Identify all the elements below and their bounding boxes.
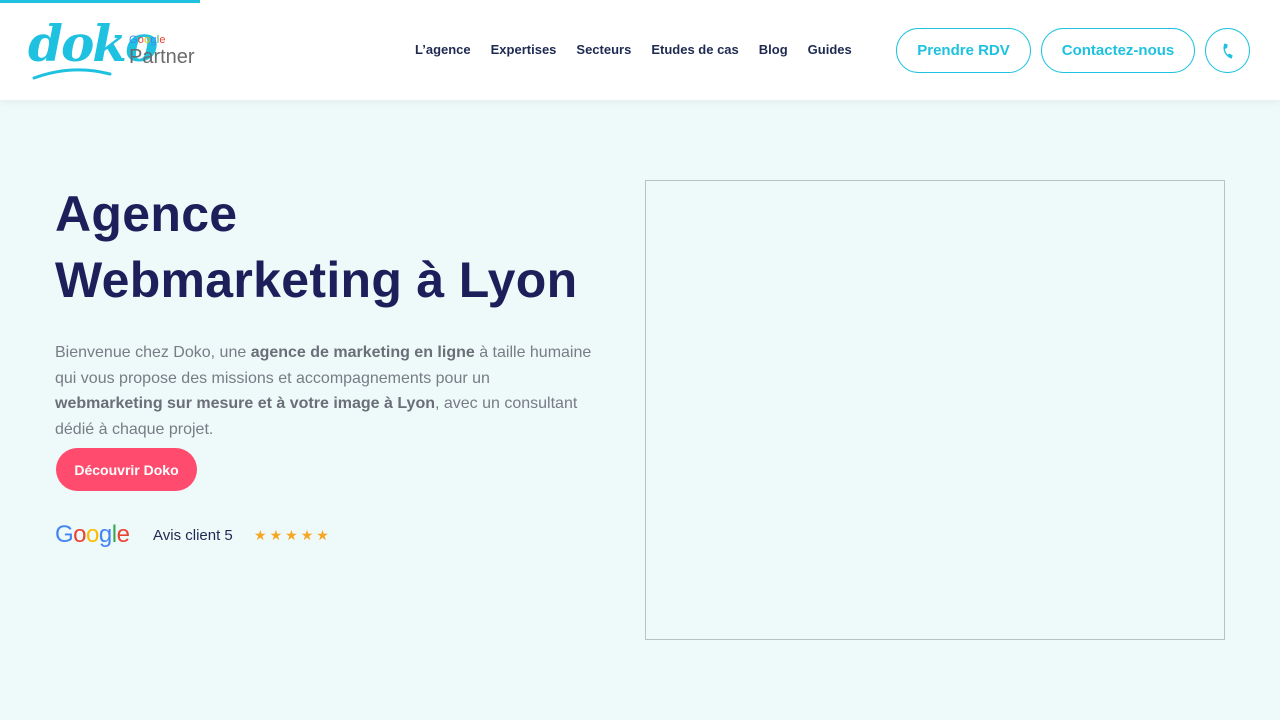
- phone-icon: [1223, 42, 1233, 59]
- desc-bold-2: webmarketing sur mesure et à votre image…: [55, 395, 435, 412]
- nav-guides[interactable]: Guides: [808, 41, 852, 59]
- logo-swoosh-icon: [32, 68, 112, 80]
- contact-button[interactable]: Contactez-nous: [1041, 28, 1195, 73]
- star-icon: ★: [300, 527, 314, 543]
- hero-description: Bienvenue chez Doko, une agence de marke…: [55, 340, 600, 442]
- desc-text-1: Bienvenue chez Doko, une: [55, 344, 251, 361]
- decouvrir-doko-button[interactable]: Découvrir Doko: [56, 448, 197, 491]
- prendre-rdv-button[interactable]: Prendre RDV: [896, 28, 1031, 73]
- google-letter: e: [159, 34, 166, 46]
- page-title: Agence Webmarketing à Lyon: [55, 181, 615, 313]
- google-letter: g: [98, 521, 112, 548]
- nav-blog[interactable]: Blog: [759, 41, 788, 59]
- google-letter: G: [55, 521, 74, 548]
- nav-lagence[interactable]: L’agence: [415, 41, 471, 59]
- main-nav: L’agence Expertises Secteurs Etudes de c…: [415, 41, 852, 59]
- google-letter: e: [116, 521, 130, 548]
- title-line-2: Webmarketing à Lyon: [55, 252, 578, 308]
- doko-logo[interactable]: doko: [28, 14, 158, 84]
- google-letter: G: [129, 34, 138, 46]
- google-partner-badge: Google Partner: [129, 34, 195, 68]
- rating-text: Avis client 5: [153, 527, 233, 544]
- google-partner-wordmark: Google: [129, 34, 195, 46]
- site-header: doko Google Partner L’agence Expertises …: [0, 0, 1280, 100]
- partner-label: Partner: [129, 46, 195, 68]
- star-icon: ★: [269, 527, 283, 543]
- nav-etudes-de-cas[interactable]: Etudes de cas: [651, 41, 738, 59]
- star-icon: ★: [285, 527, 298, 543]
- google-letter: o: [86, 521, 99, 548]
- desc-bold-1: agence de marketing en ligne: [250, 344, 475, 361]
- hero-media-placeholder: [645, 180, 1225, 640]
- nav-expertises[interactable]: Expertises: [491, 41, 557, 59]
- rating-stars: ★ ★ ★ ★ ★: [254, 526, 329, 544]
- star-icon: ★: [316, 527, 329, 543]
- nav-secteurs[interactable]: Secteurs: [576, 41, 631, 59]
- google-logo: Google: [55, 520, 130, 550]
- title-line-1: Agence: [55, 186, 238, 242]
- page-progress-bar: [0, 0, 200, 3]
- star-icon: ★: [254, 527, 267, 543]
- phone-button[interactable]: [1205, 28, 1250, 73]
- google-letter: o: [73, 521, 87, 548]
